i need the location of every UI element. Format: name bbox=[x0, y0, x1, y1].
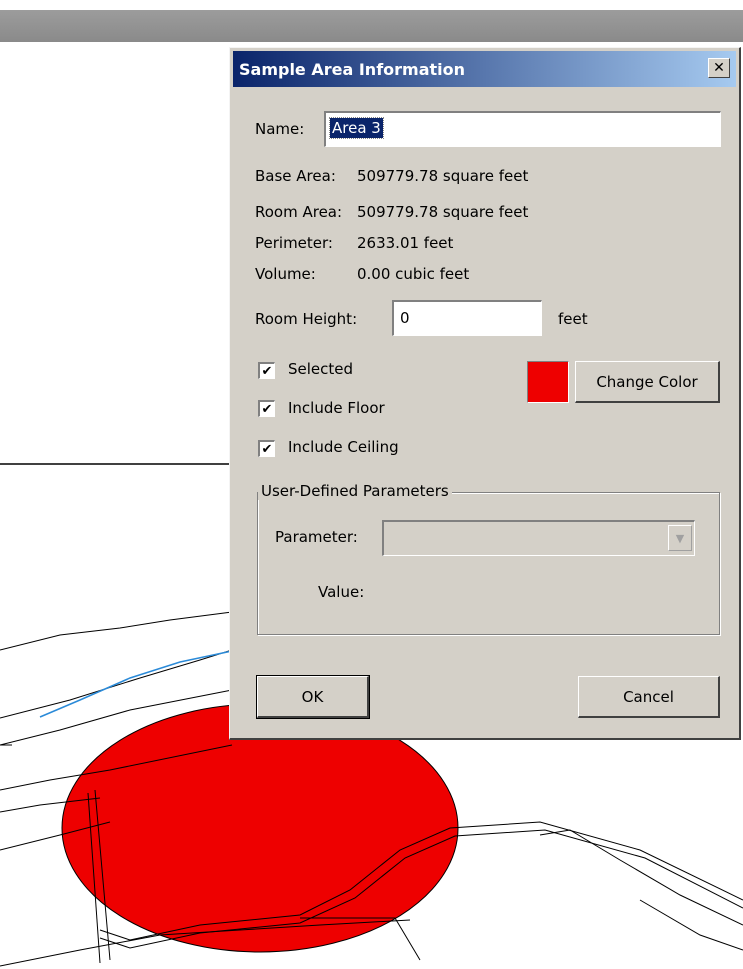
dialog-title: Sample Area Information bbox=[239, 60, 466, 79]
selected-checkbox[interactable]: ✔ bbox=[258, 362, 275, 379]
sample-area-dialog: Sample Area Information ✕ Name: Area 3 B… bbox=[229, 47, 741, 740]
name-label: Name: bbox=[255, 120, 305, 138]
group-title: User-Defined Parameters bbox=[258, 482, 452, 500]
name-value: Area 3 bbox=[329, 117, 384, 139]
close-icon: ✕ bbox=[713, 60, 725, 76]
change-color-button[interactable]: Change Color bbox=[575, 361, 720, 403]
volume-value: 0.00 cubic feet bbox=[357, 265, 470, 283]
perimeter-value: 2633.01 feet bbox=[357, 234, 454, 252]
cancel-label: Cancel bbox=[623, 687, 674, 706]
volume-label: Volume: bbox=[255, 265, 316, 283]
room-height-value: 0 bbox=[400, 309, 410, 327]
check-icon: ✔ bbox=[261, 401, 273, 417]
user-defined-parameters-group bbox=[257, 492, 720, 635]
room-area-label: Room Area: bbox=[255, 203, 343, 221]
ok-button[interactable]: OK bbox=[256, 675, 370, 719]
parameter-select[interactable]: ▼ bbox=[382, 520, 695, 556]
ok-label: OK bbox=[301, 687, 324, 706]
include-floor-label[interactable]: Include Floor bbox=[288, 399, 385, 417]
sample-area-ellipse bbox=[61, 703, 459, 953]
room-height-unit: feet bbox=[558, 310, 588, 328]
dialog-title-bar[interactable]: Sample Area Information ✕ bbox=[233, 51, 736, 87]
cancel-button[interactable]: Cancel bbox=[578, 676, 720, 718]
check-icon: ✔ bbox=[261, 441, 273, 457]
dropdown-arrow-icon[interactable]: ▼ bbox=[668, 525, 692, 551]
blue-contour-line bbox=[39, 650, 233, 718]
name-input[interactable]: Area 3 bbox=[324, 111, 721, 147]
close-button[interactable]: ✕ bbox=[708, 58, 730, 78]
value-label: Value: bbox=[318, 583, 365, 601]
room-height-label: Room Height: bbox=[255, 310, 358, 328]
area-color-swatch bbox=[527, 361, 569, 403]
perimeter-label: Perimeter: bbox=[255, 234, 333, 252]
check-icon: ✔ bbox=[261, 363, 273, 379]
room-height-input[interactable]: 0 bbox=[392, 300, 542, 336]
include-ceiling-checkbox[interactable]: ✔ bbox=[258, 440, 275, 457]
parameter-label: Parameter: bbox=[275, 528, 358, 546]
selected-label[interactable]: Selected bbox=[288, 360, 353, 378]
room-area-value: 509779.78 square feet bbox=[357, 203, 529, 221]
include-floor-checkbox[interactable]: ✔ bbox=[258, 400, 275, 417]
include-ceiling-label[interactable]: Include Ceiling bbox=[288, 438, 399, 456]
change-color-label: Change Color bbox=[596, 372, 698, 391]
base-area-value: 509779.78 square feet bbox=[357, 167, 529, 185]
base-area-label: Base Area: bbox=[255, 167, 336, 185]
